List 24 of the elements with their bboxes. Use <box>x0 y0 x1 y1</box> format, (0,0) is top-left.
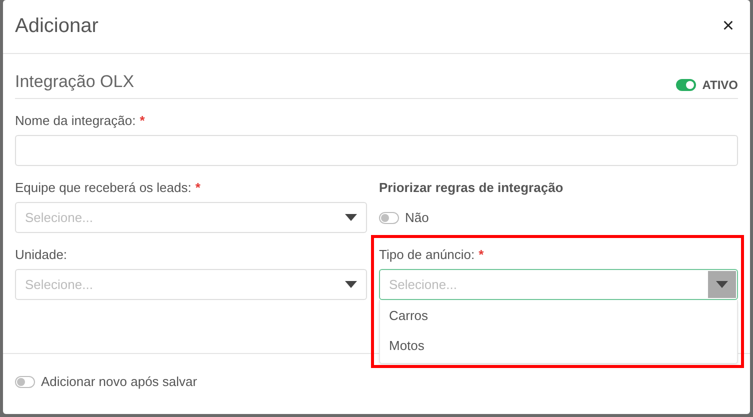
toggle-switch[interactable] <box>15 376 35 388</box>
placeholder: Selecione... <box>25 210 93 225</box>
field-label: Tipo de anúncio: <box>379 247 475 264</box>
dropdown-option[interactable]: Motos <box>380 331 737 361</box>
input-field[interactable] <box>15 135 738 166</box>
section-title: Integração OLX <box>15 72 134 92</box>
dialog-title: Adicionar <box>15 15 98 38</box>
dropdown-option[interactable]: Carros <box>380 301 737 331</box>
field-label: Unidade: <box>15 247 68 264</box>
placeholder: Selecione... <box>25 277 93 292</box>
toggle-switch[interactable] <box>379 212 399 224</box>
toggle-switch[interactable] <box>676 79 696 91</box>
toggle-label: Adicionar novo após salvar <box>41 374 198 389</box>
caret-icon[interactable] <box>708 271 736 298</box>
required-mark: * <box>195 180 200 197</box>
close-button[interactable]: × <box>718 15 738 38</box>
placeholder: Selecione... <box>389 277 457 292</box>
field-label: Priorizar regras de integração <box>379 180 564 197</box>
toggle-label: ATIVO <box>702 78 738 92</box>
required-mark: * <box>478 247 484 264</box>
toggle-label: Não <box>405 210 429 225</box>
field-label: Nome da integração: <box>15 113 136 130</box>
required-mark: * <box>140 113 145 130</box>
field-label: Equipe que receberá os leads: <box>15 180 192 197</box>
